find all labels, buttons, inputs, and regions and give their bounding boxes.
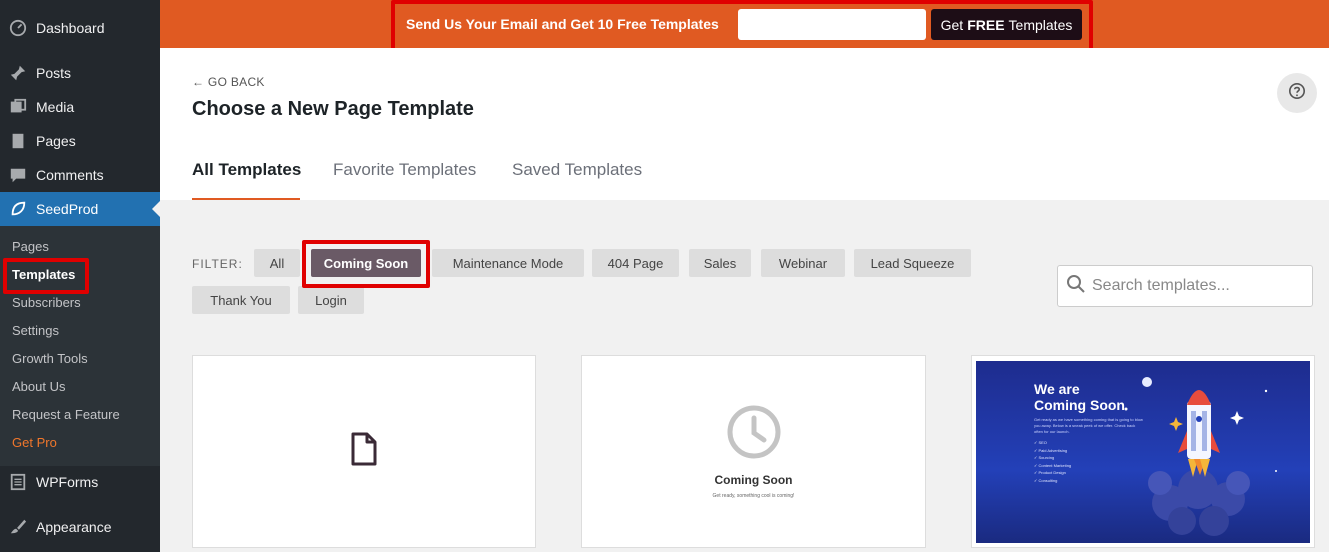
card-coming-soon-subtitle: Get ready, something cool is coming!: [712, 493, 795, 499]
filter-chip-all[interactable]: All: [254, 249, 300, 277]
template-card-rocket-coming-soon[interactable]: We are Coming Soon Get ready as we have …: [971, 355, 1315, 548]
submenu-get-pro[interactable]: Get Pro: [12, 433, 57, 453]
templates-highlight-box: [3, 258, 89, 294]
menu-seedprod[interactable]: SeedProd: [0, 192, 160, 226]
menu-pages-label: Pages: [36, 133, 76, 149]
menu-appearance[interactable]: Appearance: [0, 510, 160, 544]
media-icon: [0, 98, 36, 116]
submenu-settings[interactable]: Settings: [12, 321, 59, 341]
tab-favorite-templates[interactable]: Favorite Templates: [333, 160, 476, 180]
submenu-request-feature[interactable]: Request a Feature: [12, 405, 120, 425]
card-coming-soon-title: Coming Soon: [714, 473, 793, 487]
filter-chip-thank-you[interactable]: Thank You: [192, 286, 290, 314]
filter-chip-lead-squeeze[interactable]: Lead Squeeze: [854, 249, 971, 277]
menu-media-label: Media: [36, 99, 75, 115]
search-placeholder: Search templates...: [1092, 277, 1230, 294]
brush-icon: [0, 518, 36, 536]
tab-all-templates[interactable]: All Templates: [192, 160, 301, 180]
filter-chip-login[interactable]: Login: [298, 286, 364, 314]
seedprod-leaf-icon: [0, 200, 36, 218]
menu-comments[interactable]: Comments: [0, 158, 160, 192]
template-card-coming-soon-simple[interactable]: Coming Soon Get ready, something cool is…: [581, 355, 926, 548]
rocket-illustration: [1124, 377, 1277, 536]
menu-seedprod-label: SeedProd: [36, 201, 99, 217]
filter-label: FILTER:: [192, 257, 243, 271]
menu-media[interactable]: Media: [0, 90, 160, 124]
template-card-blank[interactable]: [192, 355, 536, 548]
go-back-link[interactable]: ← GO BACK: [192, 75, 265, 89]
search-icon: [1066, 274, 1086, 299]
submenu-pages[interactable]: Pages: [12, 237, 49, 257]
menu-wpforms-label: WPForms: [36, 474, 99, 490]
menu-posts[interactable]: Posts: [0, 56, 160, 90]
search-templates-input[interactable]: Search templates...: [1057, 265, 1313, 307]
submenu-about-us[interactable]: About Us: [12, 377, 65, 397]
pin-icon: [0, 64, 36, 82]
coming-soon-highlight-box: [302, 240, 430, 288]
filter-chip-404-page[interactable]: 404 Page: [592, 249, 679, 277]
question-icon: [1288, 82, 1306, 105]
help-button[interactable]: [1277, 73, 1317, 113]
file-icon: [349, 431, 379, 472]
page-icon: [0, 132, 36, 150]
form-icon: [0, 473, 36, 491]
filter-chip-maintenance-mode[interactable]: Maintenance Mode: [432, 249, 584, 277]
menu-posts-label: Posts: [36, 65, 72, 81]
menu-wpforms[interactable]: WPForms: [0, 465, 160, 499]
tab-saved-templates[interactable]: Saved Templates: [512, 160, 642, 180]
submenu-growth-tools[interactable]: Growth Tools: [12, 349, 88, 369]
filter-chip-webinar[interactable]: Webinar: [761, 249, 845, 277]
clock-icon: [726, 404, 782, 465]
menu-dashboard[interactable]: Dashboard: [0, 11, 160, 45]
comment-icon: [0, 166, 36, 184]
page-title: Choose a New Page Template: [192, 98, 474, 120]
menu-dashboard-label: Dashboard: [36, 20, 105, 36]
dashboard-icon: [0, 19, 36, 37]
submenu-subscribers[interactable]: Subscribers: [12, 293, 81, 313]
rocket-template-preview: We are Coming Soon Get ready as we have …: [976, 361, 1310, 543]
menu-appearance-label: Appearance: [36, 519, 112, 535]
active-tab-underline: [192, 198, 300, 200]
menu-comments-label: Comments: [36, 167, 104, 183]
filter-chip-sales[interactable]: Sales: [689, 249, 751, 277]
menu-pages[interactable]: Pages: [0, 124, 160, 158]
